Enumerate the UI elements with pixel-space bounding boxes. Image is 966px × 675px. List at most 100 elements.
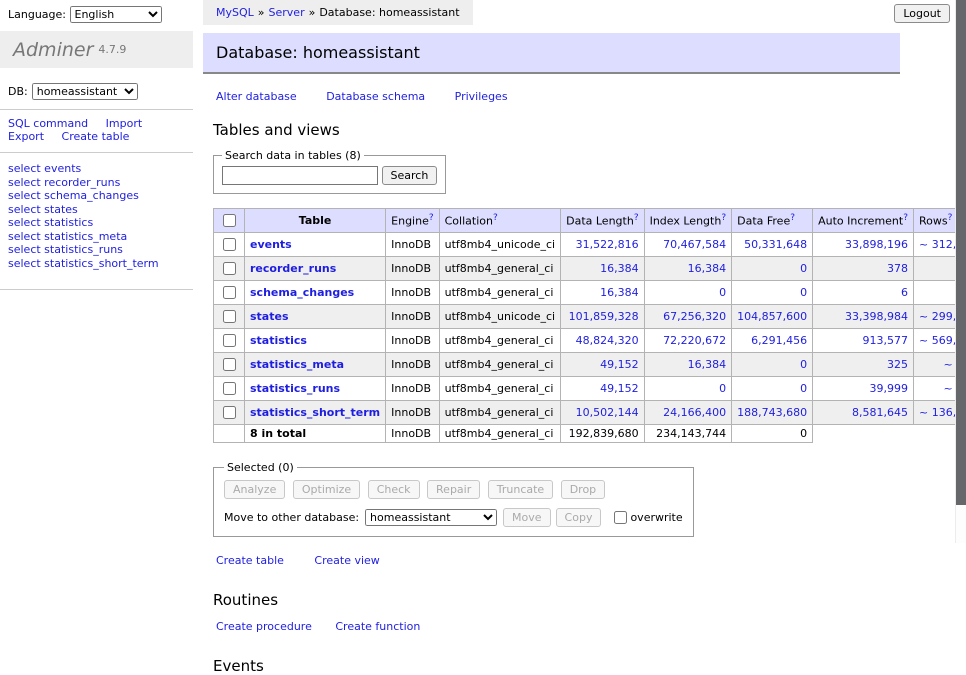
privileges-link[interactable]: Privileges xyxy=(455,90,508,103)
sidebar-item-select-recorder-runs[interactable]: select recorder_runs xyxy=(8,176,193,190)
copy-button[interactable]: Copy xyxy=(556,508,602,527)
language-select[interactable]: English xyxy=(70,6,162,23)
index-length-link[interactable]: 16,384 xyxy=(688,358,727,371)
help-link[interactable]: ? xyxy=(493,213,498,223)
auto-increment-link[interactable]: 33,898,196 xyxy=(845,238,908,251)
index-length-link[interactable]: 0 xyxy=(719,286,726,299)
index-length-link[interactable]: 70,467,584 xyxy=(663,238,726,251)
table-name-link[interactable]: events xyxy=(250,238,292,251)
data-free-link[interactable]: 104,857,600 xyxy=(737,310,807,323)
index-length-link[interactable]: 0 xyxy=(719,382,726,395)
help-link[interactable]: ? xyxy=(790,213,795,223)
sidebar-item-select-schema-changes[interactable]: select schema_changes xyxy=(8,189,193,203)
alter-database-link[interactable]: Alter database xyxy=(216,90,297,103)
breadcrumb-mysql-link[interactable]: MySQL xyxy=(216,6,254,19)
repair-button[interactable]: Repair xyxy=(427,480,480,499)
auto-increment-link[interactable]: 33,398,984 xyxy=(845,310,908,323)
move-button[interactable]: Move xyxy=(503,508,551,527)
index-length-link[interactable]: 67,256,320 xyxy=(663,310,726,323)
help-link[interactable]: ? xyxy=(903,213,908,223)
sidebar-item-select-statistics-runs[interactable]: select statistics_runs xyxy=(8,243,193,257)
database-schema-link[interactable]: Database schema xyxy=(326,90,425,103)
help-link[interactable]: ? xyxy=(429,213,434,223)
table-name-link[interactable]: statistics xyxy=(250,334,307,347)
check-button[interactable]: Check xyxy=(368,480,420,499)
table-name-link[interactable]: statistics_meta xyxy=(250,358,344,371)
help-link[interactable]: ? xyxy=(948,213,953,223)
index-length-link[interactable]: 24,166,400 xyxy=(663,406,726,419)
breadcrumb-server-link[interactable]: Server xyxy=(269,6,305,19)
row-checkbox[interactable] xyxy=(223,310,236,323)
search-input[interactable] xyxy=(222,166,378,185)
data-length-link[interactable]: 16,384 xyxy=(600,262,639,275)
row-checkbox[interactable] xyxy=(223,406,236,419)
total-index-length: 234,143,744 xyxy=(644,425,732,443)
row-checkbox[interactable] xyxy=(223,358,236,371)
row-checkbox[interactable] xyxy=(223,334,236,347)
data-length-link[interactable]: 101,859,328 xyxy=(569,310,639,323)
move-db-select[interactable]: homeassistant xyxy=(365,509,497,526)
data-length-link[interactable]: 16,384 xyxy=(600,286,639,299)
data-free-link[interactable]: 0 xyxy=(800,262,807,275)
data-free-link[interactable]: 50,331,648 xyxy=(744,238,807,251)
table-name-link[interactable]: recorder_runs xyxy=(250,262,336,275)
data-length-link[interactable]: 49,152 xyxy=(600,382,639,395)
index-length-link[interactable]: 16,384 xyxy=(688,262,727,275)
auto-increment-link[interactable]: 325 xyxy=(887,358,908,371)
search-button[interactable]: Search xyxy=(382,166,438,185)
row-checkbox[interactable] xyxy=(223,238,236,251)
optimize-button[interactable]: Optimize xyxy=(293,480,360,499)
auto-increment-link[interactable]: 39,999 xyxy=(870,382,909,395)
sidebar-link-export[interactable]: Export xyxy=(8,130,44,143)
data-free-link[interactable]: 0 xyxy=(800,286,807,299)
engine-cell: InnoDB xyxy=(386,425,439,443)
scrollbar-thumb[interactable] xyxy=(956,0,966,505)
truncate-button[interactable]: Truncate xyxy=(488,480,553,499)
auto-increment-link[interactable]: 913,577 xyxy=(863,334,909,347)
drop-button[interactable]: Drop xyxy=(561,480,605,499)
data-length-link[interactable]: 10,502,144 xyxy=(576,406,639,419)
index-length-link[interactable]: 72,220,672 xyxy=(663,334,726,347)
db-select[interactable]: homeassistant xyxy=(32,83,138,100)
auto-increment-link[interactable]: 378 xyxy=(887,262,908,275)
create-view-link[interactable]: Create view xyxy=(314,554,379,567)
sidebar-item-select-states[interactable]: select states xyxy=(8,203,193,217)
sidebar-item-select-statistics[interactable]: select statistics xyxy=(8,216,193,230)
sidebar-link-import[interactable]: Import xyxy=(106,117,143,130)
row-checkbox[interactable] xyxy=(223,286,236,299)
table-name-link[interactable]: states xyxy=(250,310,289,323)
data-free-link[interactable]: 0 xyxy=(800,358,807,371)
data-length-link[interactable]: 49,152 xyxy=(600,358,639,371)
select-all-checkbox[interactable] xyxy=(223,214,236,227)
table-row: statistics_short_term InnoDB utf8mb4_gen… xyxy=(214,401,966,425)
help-link[interactable]: ? xyxy=(721,213,726,223)
data-free-link[interactable]: 0 xyxy=(800,382,807,395)
data-free-link[interactable]: 6,291,456 xyxy=(751,334,807,347)
sidebar-item-select-statistics-meta[interactable]: select statistics_meta xyxy=(8,230,193,244)
create-function-link[interactable]: Create function xyxy=(335,620,420,633)
logout-button[interactable]: Logout xyxy=(894,4,950,23)
sidebar-item-select-events[interactable]: select events xyxy=(8,162,193,176)
sidebar-item-select-statistics-short-term[interactable]: select statistics_short_term xyxy=(8,257,193,271)
engine-cell: InnoDB xyxy=(386,281,439,305)
row-checkbox[interactable] xyxy=(223,382,236,395)
row-checkbox[interactable] xyxy=(223,262,236,275)
data-length-link[interactable]: 31,522,816 xyxy=(576,238,639,251)
table-name-link[interactable]: schema_changes xyxy=(250,286,354,299)
data-free-link[interactable]: 188,743,680 xyxy=(737,406,807,419)
engine-cell: InnoDB xyxy=(386,305,439,329)
create-procedure-link[interactable]: Create procedure xyxy=(216,620,312,633)
sidebar-link-create-table[interactable]: Create table xyxy=(62,130,130,143)
overwrite-checkbox[interactable] xyxy=(614,511,627,524)
auto-increment-link[interactable]: 6 xyxy=(901,286,908,299)
vertical-scrollbar[interactable] xyxy=(955,0,966,543)
sidebar-link-sql-command[interactable]: SQL command xyxy=(8,117,88,130)
app-name: Adminer xyxy=(13,39,93,61)
help-link[interactable]: ? xyxy=(634,213,639,223)
create-table-link[interactable]: Create table xyxy=(216,554,284,567)
auto-increment-link[interactable]: 8,581,645 xyxy=(852,406,908,419)
table-name-link[interactable]: statistics_short_term xyxy=(250,406,380,419)
table-name-link[interactable]: statistics_runs xyxy=(250,382,340,395)
analyze-button[interactable]: Analyze xyxy=(224,480,285,499)
data-length-link[interactable]: 48,824,320 xyxy=(576,334,639,347)
